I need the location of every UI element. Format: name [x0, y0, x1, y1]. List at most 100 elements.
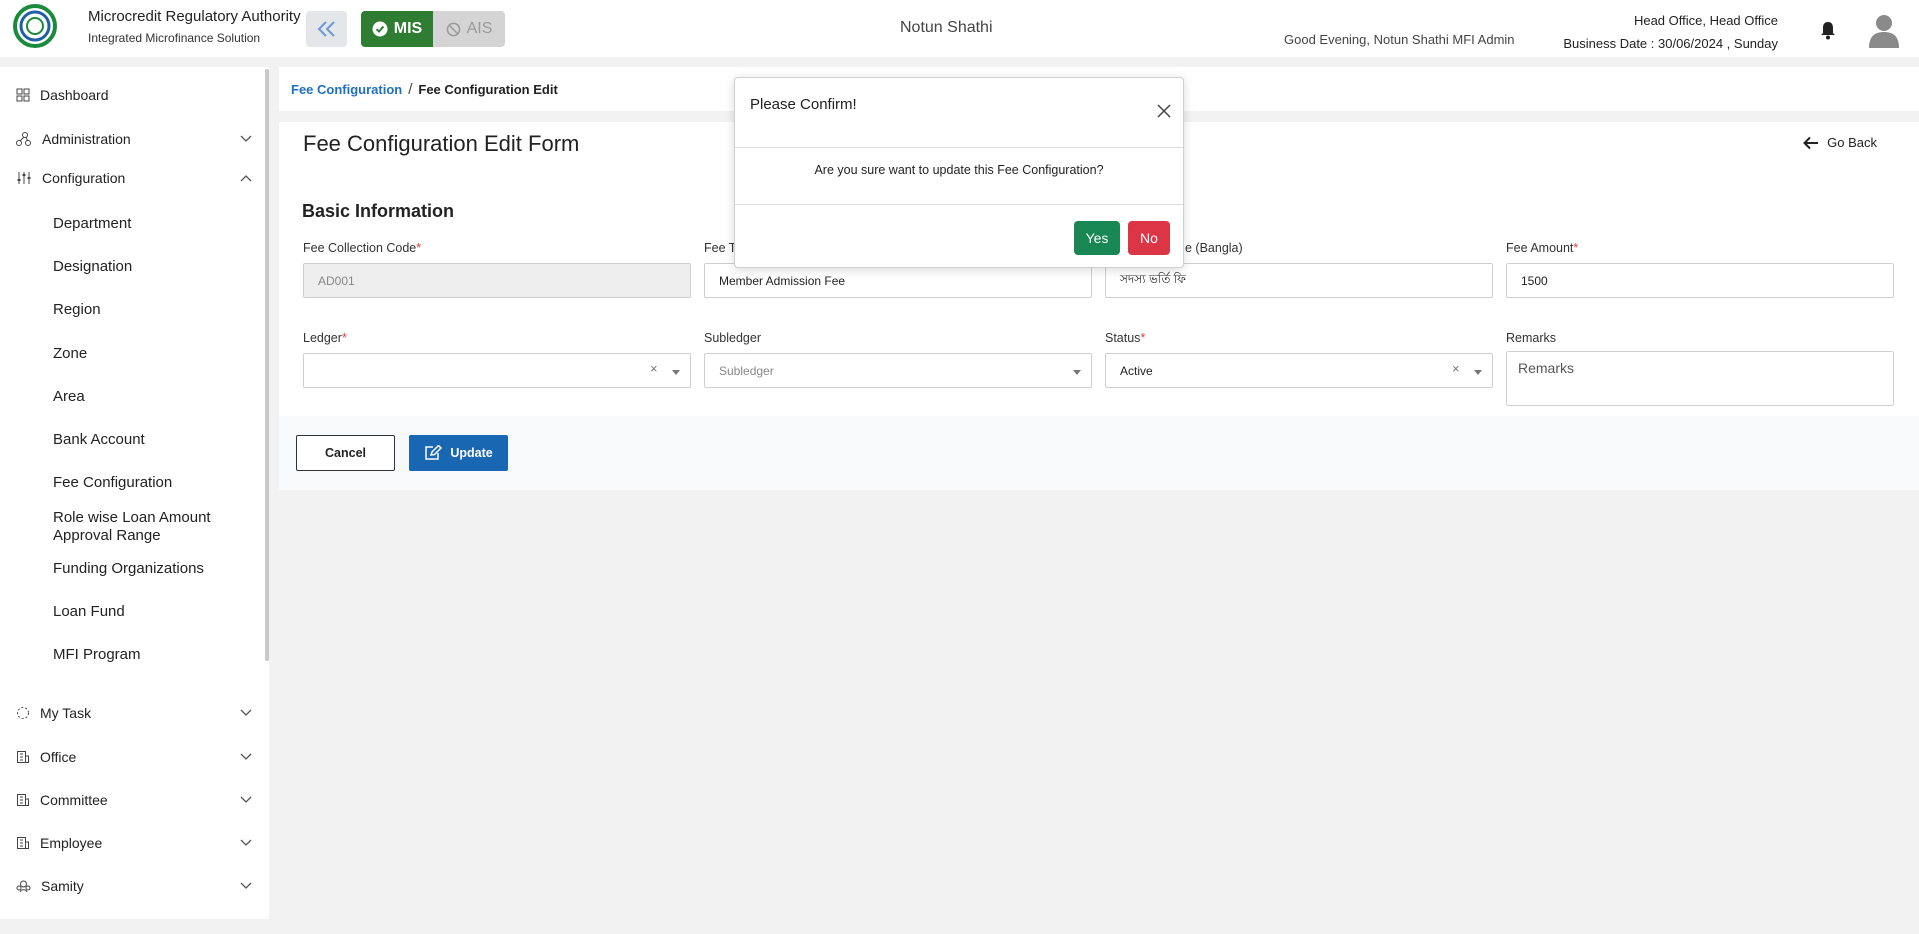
fee-amount-input[interactable]: 1500: [1506, 263, 1894, 298]
sidebar-item-mfi-program[interactable]: MFI Program: [53, 646, 141, 663]
user-avatar-icon[interactable]: [1867, 12, 1901, 48]
mis-toggle-button[interactable]: MIS: [361, 11, 433, 47]
remarks-label: Remarks: [1506, 331, 1557, 345]
brand-title: Microcredit Regulatory Authority: [88, 8, 301, 25]
fee-amount-label-text: Fee Amount: [1506, 241, 1574, 255]
sidebar-item-loan-approval-range[interactable]: Role wise Loan Amount Approval Range: [53, 509, 223, 545]
caret-down-icon: [1073, 370, 1081, 375]
fee-bangla-input[interactable]: সদস্য ভর্তি ফি: [1105, 263, 1493, 298]
sidebar: Dashboard Administration Configuration D…: [0, 67, 269, 919]
sidebar-item-administration[interactable]: Administration: [16, 131, 252, 147]
subledger-placeholder: Subledger: [719, 363, 774, 378]
sidebar-item-employee[interactable]: Employee: [16, 835, 252, 851]
sidebar-item-region[interactable]: Region: [53, 301, 101, 318]
caret-down-icon: [1474, 370, 1482, 375]
ais-toggle-button[interactable]: AIS: [433, 11, 505, 47]
mra-logo-icon: [13, 4, 57, 48]
sidebar-item-my-task[interactable]: My Task: [16, 705, 252, 721]
sidebar-item-office[interactable]: Office: [16, 749, 252, 765]
fee-amount-label: Fee Amount*: [1506, 241, 1578, 255]
sidebar-collapse-button[interactable]: [306, 11, 347, 47]
fee-code-label-text: Fee Collection Code: [303, 241, 417, 255]
office-info: Head Office, Head Office Business Date :…: [1563, 9, 1778, 55]
fee-type-input[interactable]: Member Admission Fee: [704, 263, 1092, 298]
sliders-icon: [17, 172, 31, 184]
arrow-left-icon: [1803, 136, 1819, 149]
nodes-icon: [16, 132, 31, 146]
confirm-dialog: Please Confirm! Are you sure want to upd…: [734, 77, 1184, 268]
clear-icon[interactable]: ×: [1452, 361, 1460, 376]
double-chevron-left-icon: [317, 21, 335, 37]
sidebar-label-employee: Employee: [40, 835, 103, 851]
chevron-down-icon: [240, 135, 252, 142]
update-button[interactable]: Update: [409, 435, 508, 471]
spinner-icon: [17, 707, 29, 719]
fee-type-label: Fee T: [704, 241, 737, 255]
subledger-select[interactable]: Subledger: [704, 353, 1092, 388]
edit-icon: [425, 445, 443, 460]
sidebar-label-my-task: My Task: [40, 705, 92, 721]
sidebar-label-dashboard: Dashboard: [40, 87, 109, 103]
sidebar-item-department[interactable]: Department: [53, 215, 131, 232]
sidebar-item-bank-account[interactable]: Bank Account: [53, 431, 145, 448]
close-icon[interactable]: [1157, 104, 1171, 118]
dialog-divider: [735, 204, 1183, 205]
page-title: Fee Configuration Edit Form: [303, 131, 580, 156]
fee-code-label: Fee Collection Code*: [303, 241, 421, 255]
required-mark: *: [341, 331, 347, 345]
sidebar-label-office: Office: [40, 749, 77, 765]
sidebar-item-loan-fund[interactable]: Loan Fund: [53, 603, 125, 620]
business-date: Business Date : 30/06/2024 , Sunday: [1563, 36, 1778, 51]
sidebar-item-area[interactable]: Area: [53, 388, 85, 405]
sidebar-item-zone[interactable]: Zone: [53, 345, 87, 362]
required-mark: *: [416, 241, 422, 255]
chevron-down-icon: [240, 796, 252, 803]
building-icon: [17, 837, 29, 849]
go-back-label: Go Back: [1827, 135, 1877, 150]
fee-code-input[interactable]: AD001: [303, 263, 691, 298]
sidebar-scrollbar[interactable]: [265, 69, 269, 661]
required-mark: *: [1140, 331, 1146, 345]
breadcrumb-link-fee-configuration[interactable]: Fee Configuration: [291, 82, 402, 97]
subledger-label: Subledger: [704, 331, 761, 345]
sidebar-item-funding-organizations[interactable]: Funding Organizations: [53, 560, 204, 577]
go-back-button[interactable]: Go Back: [1803, 135, 1877, 150]
brand: Microcredit Regulatory Authority Integra…: [88, 8, 301, 45]
update-label: Update: [450, 446, 493, 460]
no-button[interactable]: No: [1128, 221, 1170, 255]
group-icon: [16, 880, 31, 893]
sidebar-item-fee-configuration[interactable]: Fee Configuration: [53, 474, 172, 491]
sidebar-item-designation[interactable]: Designation: [53, 258, 132, 275]
ais-label: AIS: [466, 20, 493, 37]
sidebar-label-configuration: Configuration: [42, 170, 126, 186]
fee-bangla-label: e (Bangla): [1185, 241, 1243, 255]
dialog-divider: [735, 147, 1183, 148]
sidebar-item-committee[interactable]: Committee: [16, 792, 252, 808]
chevron-down-icon: [240, 882, 252, 889]
status-label: Status*: [1105, 331, 1145, 345]
office-name: Head Office, Head Office: [1633, 13, 1778, 28]
caret-down-icon: [672, 370, 680, 375]
clear-icon[interactable]: ×: [650, 361, 658, 376]
bell-icon[interactable]: [1819, 20, 1837, 40]
sidebar-label-samity: Samity: [41, 878, 84, 894]
grid-icon: [16, 88, 30, 102]
sidebar-item-configuration[interactable]: Configuration: [16, 170, 252, 186]
check-circle-icon: [372, 21, 388, 37]
sidebar-item-dashboard[interactable]: Dashboard: [16, 87, 252, 103]
ledger-select[interactable]: [303, 353, 691, 388]
ledger-label-text: Ledger: [303, 331, 342, 345]
yes-button[interactable]: Yes: [1074, 221, 1120, 255]
breadcrumb-current: Fee Configuration Edit: [418, 81, 558, 97]
chevron-down-icon: [240, 839, 252, 846]
status-select[interactable]: Active: [1105, 353, 1493, 388]
chevron-up-icon: [240, 175, 252, 182]
chevron-down-icon: [240, 709, 252, 716]
top-header: Microcredit Regulatory Authority Integra…: [0, 0, 1919, 57]
sidebar-label-committee: Committee: [40, 792, 108, 808]
remarks-textarea[interactable]: Remarks: [1506, 351, 1894, 406]
required-mark: *: [1573, 241, 1579, 255]
sidebar-item-samity[interactable]: Samity: [16, 878, 252, 894]
cancel-button[interactable]: Cancel: [296, 435, 395, 471]
sidebar-label-administration: Administration: [42, 131, 131, 147]
